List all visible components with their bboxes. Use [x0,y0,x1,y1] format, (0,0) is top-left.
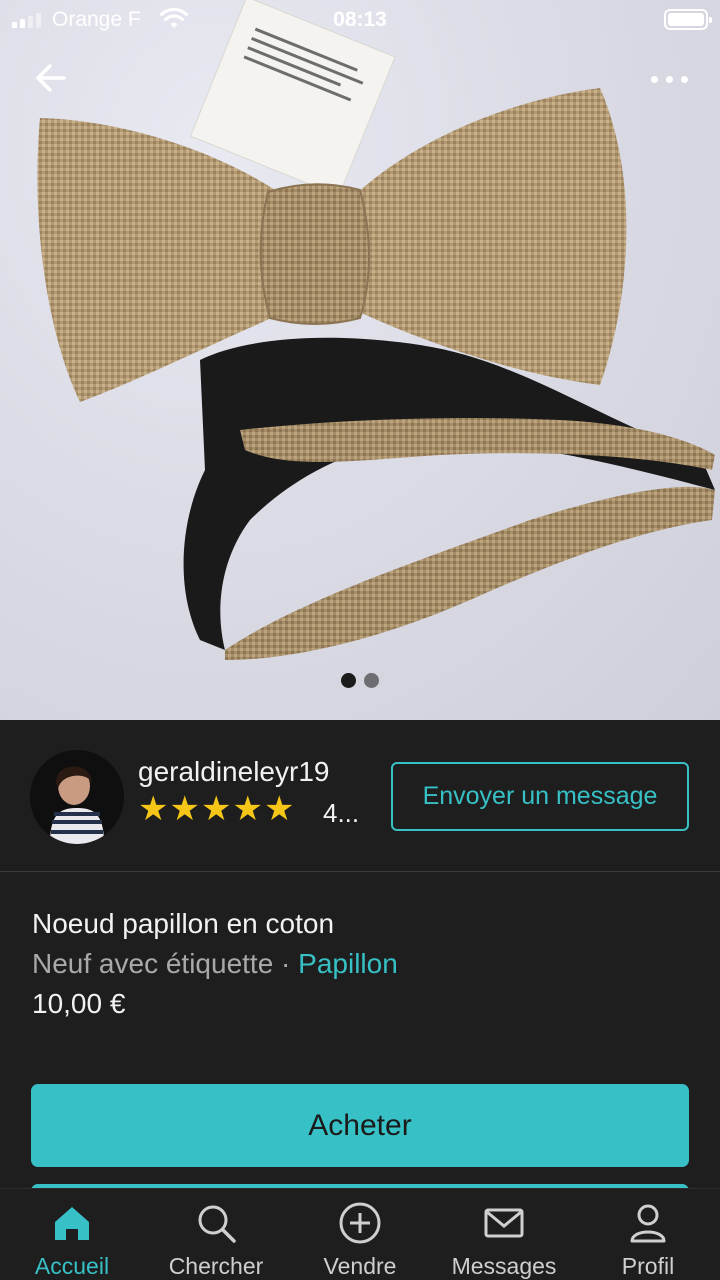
mail-icon [484,1208,524,1238]
buy-button[interactable]: Acheter [31,1084,689,1167]
user-icon [630,1204,666,1243]
item-price: 10,00 € [32,988,126,1019]
tab-messages[interactable]: Messages [432,1189,576,1280]
tab-label: Messages [451,1253,557,1279]
star-icon: ★ [138,790,169,828]
arrow-left-icon [36,64,66,92]
seller-username[interactable]: geraldineleyr19 [138,756,329,788]
item-category-link[interactable]: Papillon [298,948,398,979]
star-icon: ★ [200,790,232,828]
bottom-tab-bar: Accueil Chercher Vendre Messages Profil [0,1188,720,1280]
page-dot-active[interactable] [341,673,356,688]
seller-row: geraldineleyr19 ★ ★ ★ ★ ★ 4... Envoyer un me… [0,720,720,872]
bow-tie-image [37,0,716,660]
item-meta: Neuf avec étiquette · Papillon [32,948,398,980]
rating-count: 4... [323,798,360,828]
status-bar: Orange F 08:13 [0,0,720,40]
tab-label: Chercher [168,1253,264,1279]
clock: 08:13 [333,8,387,31]
star-icon: ★ [232,790,263,828]
tab-profil[interactable]: Profil [576,1189,720,1280]
tab-label: Vendre [323,1253,397,1279]
gallery-pagination [0,673,720,688]
item-title: Noeud papillon en coton [32,908,335,939]
home-icon [55,1207,89,1240]
tab-label: Accueil [34,1253,110,1279]
plus-circle-icon [339,1202,381,1244]
search-icon [198,1205,236,1243]
meta-separator: · [273,948,299,979]
battery-icon [664,9,712,30]
star-icon: ★ [263,790,295,828]
tab-label: Profil [621,1253,675,1279]
avatar[interactable] [30,750,124,844]
rating-stars: ★ ★ ★ ★ ★ [138,792,294,826]
item-condition: Neuf avec étiquette [32,948,274,979]
star-icon: ★ [169,790,200,828]
page-dot[interactable] [364,673,379,688]
product-photo[interactable]: Orange F 08:13 [0,0,720,720]
seller-photo [30,750,124,844]
send-message-button[interactable]: Envoyer un message [391,762,689,831]
back-button[interactable] [30,58,74,98]
more-dots-icon [650,75,658,83]
more-options-button[interactable] [646,64,692,94]
tab-chercher[interactable]: Chercher [144,1189,288,1280]
tab-accueil[interactable]: Accueil [0,1189,144,1280]
tab-vendre[interactable]: Vendre [288,1189,432,1280]
